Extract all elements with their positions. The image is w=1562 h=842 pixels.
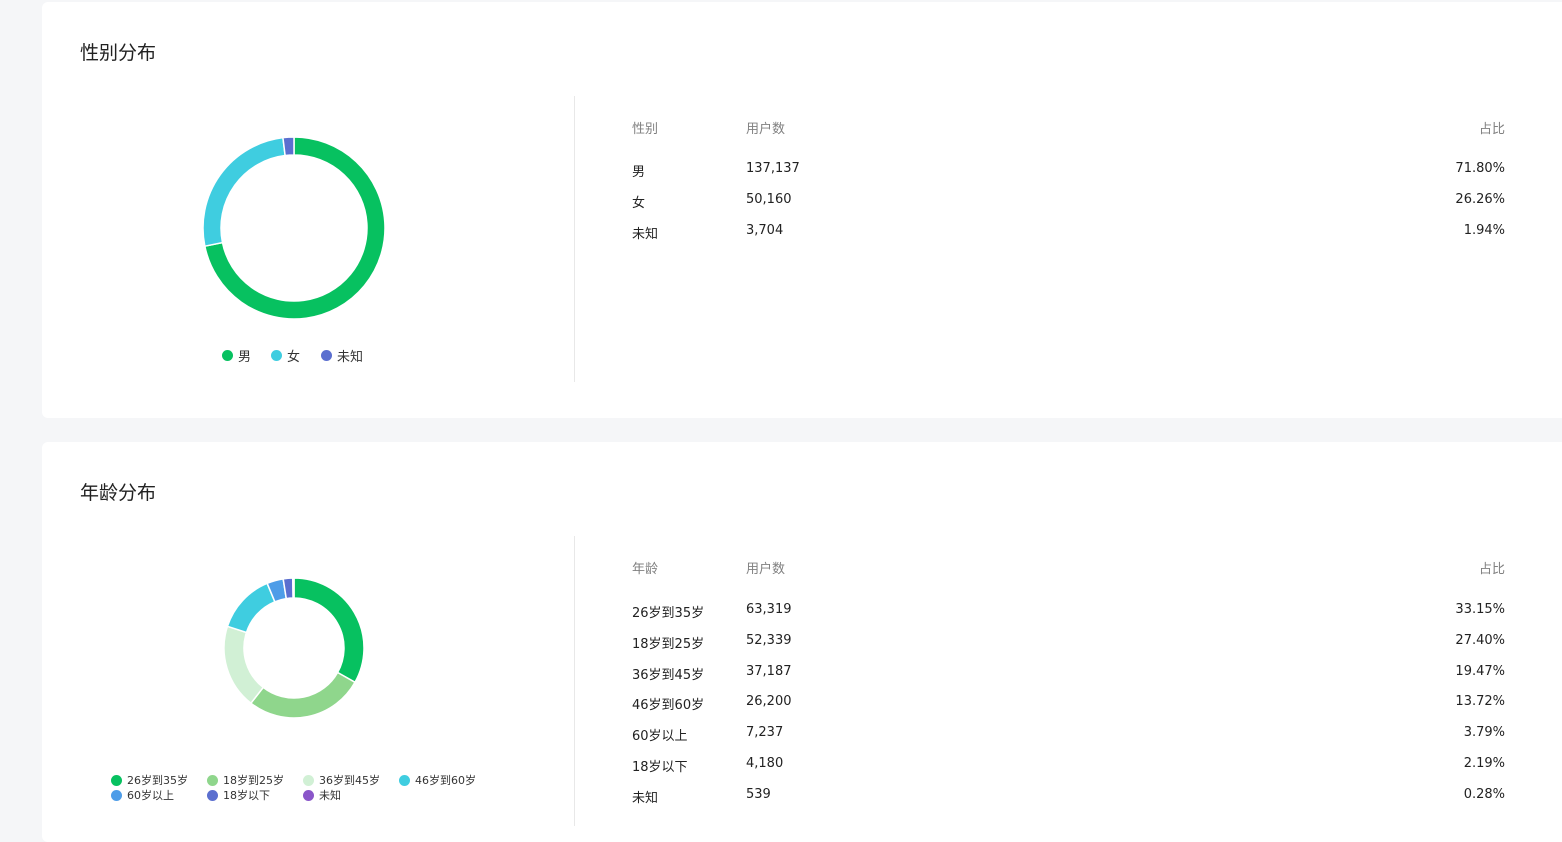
age-row-label: 60岁以上 — [632, 729, 688, 744]
legend-label-under-18: 18岁以下 — [223, 789, 270, 802]
age-header-pct: 占比 — [1478, 562, 1505, 577]
legend-dot-under-18 — [207, 789, 218, 801]
legend-label-18-25: 18岁到25岁 — [223, 774, 284, 787]
gender-legend-item-unknown[interactable]: 未知 — [321, 346, 363, 365]
age-header-users: 用户数 — [746, 562, 786, 577]
age-legend-item-60-plus[interactable]: 60岁以上 — [111, 787, 174, 803]
age-row-users: 539 — [746, 787, 771, 802]
age-row-users: 37,187 — [746, 664, 792, 679]
legend-dot-unknown — [303, 789, 314, 801]
gender-header-pct: 占比 — [1478, 122, 1505, 137]
legend-dot-unknown — [321, 350, 332, 361]
age-row-label: 36岁到45岁 — [632, 668, 705, 683]
legend-dot-18-25 — [207, 774, 218, 786]
legend-dot-female — [271, 350, 282, 361]
age-donut-chart — [223, 577, 365, 719]
legend-dot-46-60 — [399, 774, 410, 786]
age-row-label: 18岁到25岁 — [632, 637, 705, 652]
legend-dot-60-plus — [111, 789, 122, 801]
legend-label-male: 男 — [238, 350, 252, 365]
age-slice-未知[interactable] — [292, 577, 295, 599]
gender-slice-未知[interactable] — [282, 136, 295, 157]
legend-label-26-35: 26岁到35岁 — [127, 774, 188, 787]
age-row-pct: 0.28% — [1463, 787, 1505, 802]
age-row-pct: 13.72% — [1455, 694, 1505, 709]
gender-row-users: 3,704 — [746, 223, 784, 238]
age-row-pct: 33.15% — [1455, 602, 1505, 617]
gender-row-users: 137,137 — [746, 161, 800, 176]
age-distribution-card: 年龄分布 26岁到35岁 18岁到25岁 36岁到45岁 46岁到60岁 60岁… — [42, 442, 1562, 842]
gender-card-title: 性别分布 — [80, 42, 157, 64]
age-header-label: 年龄 — [632, 562, 659, 577]
gender-header-users: 用户数 — [746, 122, 786, 137]
age-row-label: 46岁到60岁 — [632, 698, 705, 713]
age-row-users: 7,237 — [746, 725, 784, 740]
age-slice-46岁到60岁[interactable] — [226, 582, 276, 634]
gender-header-label: 性别 — [632, 122, 659, 137]
gender-row-label: 未知 — [632, 227, 659, 242]
gender-legend-item-male[interactable]: 男 — [222, 346, 251, 365]
legend-dot-36-45 — [303, 774, 314, 786]
gender-row-label: 女 — [632, 196, 646, 211]
gender-row-pct: 26.26% — [1455, 192, 1505, 207]
age-row-label: 未知 — [632, 791, 659, 806]
age-row-pct: 2.19% — [1463, 756, 1505, 771]
age-row-pct: 3.79% — [1463, 725, 1505, 740]
legend-label-unknown: 未知 — [337, 350, 364, 365]
age-divider — [574, 536, 575, 826]
legend-label-60-plus: 60岁以上 — [127, 789, 174, 802]
age-row-users: 63,319 — [746, 602, 792, 617]
age-row-label: 18岁以下 — [632, 760, 688, 775]
gender-divider — [574, 96, 575, 382]
gender-row-label: 男 — [632, 165, 646, 180]
age-legend-item-46-60[interactable]: 46岁到60岁 — [399, 772, 476, 788]
age-legend-item-18-25[interactable]: 18岁到25岁 — [207, 772, 284, 788]
age-card-title: 年龄分布 — [80, 482, 157, 504]
age-row-pct: 27.40% — [1455, 633, 1505, 648]
legend-label-46-60: 46岁到60岁 — [415, 774, 476, 787]
age-legend-item-36-45[interactable]: 36岁到45岁 — [303, 772, 380, 788]
legend-label-36-45: 36岁到45岁 — [319, 774, 380, 787]
gender-row-pct: 1.94% — [1463, 223, 1505, 238]
legend-dot-26-35 — [111, 774, 122, 786]
age-row-users: 4,180 — [746, 756, 784, 771]
age-row-label: 26岁到35岁 — [632, 606, 705, 621]
age-row-users: 26,200 — [746, 694, 792, 709]
gender-donut-chart — [202, 136, 386, 320]
legend-dot-male — [222, 350, 233, 361]
gender-slice-女[interactable] — [202, 136, 286, 248]
age-legend-item-under-18[interactable]: 18岁以下 — [207, 787, 270, 803]
gender-distribution-card: 性别分布 男 女 未知 性别 用户数 占比 男 137,137 71.80% 女… — [42, 2, 1562, 418]
age-row-pct: 19.47% — [1455, 664, 1505, 679]
age-slice-36岁到45岁[interactable] — [223, 625, 265, 705]
age-legend-item-unknown[interactable]: 未知 — [303, 787, 341, 803]
age-slice-18岁到25岁[interactable] — [249, 671, 357, 719]
gender-row-pct: 71.80% — [1455, 161, 1505, 176]
age-row-users: 52,339 — [746, 633, 792, 648]
age-legend-item-26-35[interactable]: 26岁到35岁 — [111, 772, 188, 788]
legend-label-female: 女 — [287, 350, 301, 365]
legend-label-unknown: 未知 — [319, 789, 341, 802]
gender-row-users: 50,160 — [746, 192, 792, 207]
age-slice-26岁到35岁[interactable] — [293, 577, 365, 684]
gender-legend-item-female[interactable]: 女 — [271, 346, 300, 365]
